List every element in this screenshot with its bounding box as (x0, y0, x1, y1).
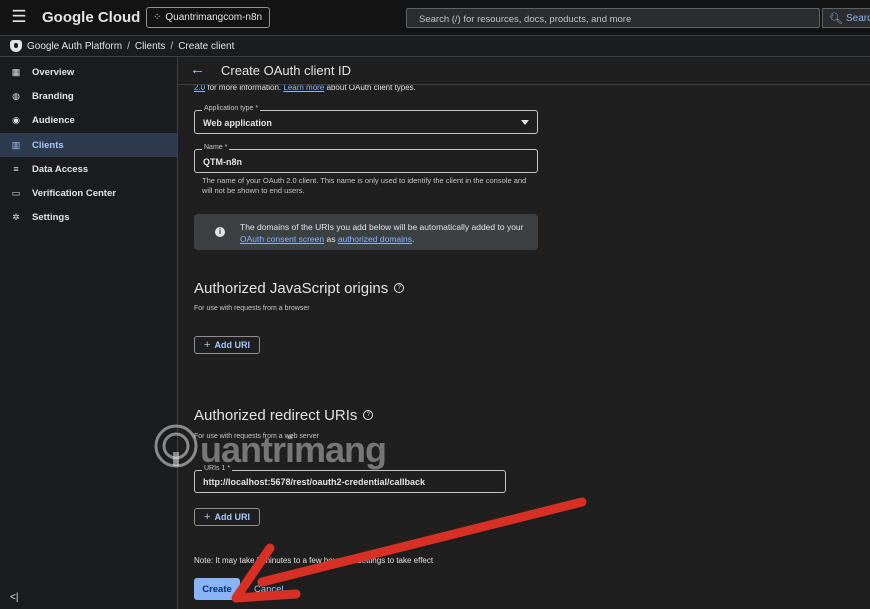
overview-icon: ▦ (11, 66, 21, 77)
search-box[interactable] (406, 8, 820, 29)
authorized-domains-link[interactable]: authorized domains (338, 234, 412, 244)
sidebar-item-label: Overview (32, 66, 75, 78)
verification-icon: ▭ (11, 187, 21, 198)
redirect-uris-title: Authorized redirect URIs? (194, 407, 374, 424)
sidebar-item-label: Settings (32, 211, 70, 223)
field-label: Name * (202, 144, 230, 151)
key-icon: ▥ (11, 139, 21, 150)
collapse-sidebar-icon[interactable]: <| (10, 592, 18, 603)
help-icon[interactable]: ? (394, 283, 405, 294)
info-part: The domains of the URIs you add below wi… (240, 222, 524, 232)
field-value: Web application (203, 118, 272, 128)
button-label: Add URI (214, 340, 250, 350)
js-origins-subtitle: For use with requests from a browser (194, 305, 310, 312)
project-icon: ⁘ (153, 12, 161, 23)
breadcrumb-auth-platform[interactable]: Google Auth Platform (27, 41, 122, 52)
data-access-icon: ≡ (13, 164, 19, 174)
shield-icon (10, 40, 22, 52)
palette-icon: ◍ (12, 90, 20, 101)
project-picker[interactable]: ⁘ Quantrimangcom-n8n (146, 7, 270, 28)
plus-icon: + (204, 339, 211, 351)
field-value: http://localhost:5678/rest/oauth2-creden… (203, 477, 426, 487)
cancel-button[interactable]: Cancel (254, 584, 284, 595)
section-title-text: Authorized JavaScript origins (194, 280, 389, 297)
field-value: QTM-n8n (203, 157, 242, 167)
name-helper-text: The name of your OAuth 2.0 client. This … (202, 176, 527, 195)
sidebar-item-verification-center[interactable]: ▭ Verification Center (0, 181, 177, 205)
info-part: as (324, 234, 338, 244)
sidebar-item-label: Branding (32, 90, 74, 102)
search-button[interactable]: 🔍︎ Search (822, 8, 870, 28)
sidebar-item-clients[interactable]: ▥ Clients (0, 133, 177, 157)
search-icon: 🔍︎ (829, 12, 843, 25)
application-type-select[interactable]: Application type * Web application (194, 105, 538, 134)
name-field[interactable]: Name * QTM-n8n (194, 144, 538, 173)
search-button-label: Search (845, 12, 870, 24)
breadcrumb: Google Auth Platform / Clients / Create … (0, 36, 870, 57)
sidebar-item-label: Data Access (32, 163, 89, 175)
sidebar-item-label: Clients (32, 139, 64, 151)
oauth-consent-link[interactable]: OAuth consent screen (240, 234, 324, 244)
brand-text: Google Cloud (42, 9, 141, 26)
redirect-uri-input[interactable]: URIs 1 * http://localhost:5678/rest/oaut… (194, 465, 506, 493)
top-bar: ☰ Google Cloud ⁘ Quantrimangcom-n8n 🔍︎ S… (0, 0, 870, 36)
cloud-console-window: ☰ Google Cloud ⁘ Quantrimangcom-n8n 🔍︎ S… (0, 0, 870, 609)
section-title-text: Authorized redirect URIs (194, 407, 358, 424)
sidebar-item-label: Verification Center (32, 187, 116, 199)
sidebar-item-audience[interactable]: ◉ Audience (0, 108, 177, 132)
main-content: 2.0 for more information. Learn more abo… (178, 57, 870, 609)
add-js-origin-button[interactable]: + Add URI (194, 336, 260, 354)
breadcrumb-create-client: Create client (178, 40, 235, 52)
field-label: URIs 1 * (202, 465, 233, 472)
info-text: The domains of the URIs you add below wi… (240, 221, 532, 245)
add-redirect-uri-button[interactable]: + Add URI (194, 508, 260, 526)
field-label: Application type * (202, 105, 261, 112)
person-icon: ◉ (12, 114, 20, 125)
breadcrumb-clients[interactable]: Clients (135, 41, 166, 52)
breadcrumb-separator: / (127, 40, 130, 52)
button-label: Add URI (214, 512, 250, 522)
brand-logo[interactable]: Google Cloud (42, 9, 140, 26)
sidebar-item-data-access[interactable]: ≡ Data Access (0, 157, 177, 181)
js-origins-title: Authorized JavaScript origins? (194, 280, 405, 297)
sidebar-item-overview[interactable]: ▦ Overview (0, 60, 177, 84)
redirect-uris-subtitle: For use with requests from a web server (194, 433, 319, 440)
plus-icon: + (204, 511, 211, 523)
info-icon: i (215, 227, 225, 237)
create-button[interactable]: Create (194, 578, 240, 600)
page-title: Create OAuth client ID (221, 63, 352, 78)
search-input[interactable] (407, 10, 819, 29)
sidebar: ▦ Overview ◍ Branding ◉ Audience ▥ Clien… (0, 57, 178, 609)
sidebar-item-branding[interactable]: ◍ Branding (0, 84, 177, 108)
info-part: . (412, 234, 415, 244)
back-arrow-icon[interactable]: ← (190, 61, 205, 78)
gear-icon: ✲ (12, 211, 20, 222)
propagation-note: Note: It may take 5 minutes to a few hou… (194, 556, 434, 565)
project-name: Quantrimangcom-n8n (165, 12, 263, 23)
menu-icon[interactable]: ☰ (10, 8, 28, 26)
page-header: ← Create OAuth client ID (178, 57, 870, 85)
sidebar-item-settings[interactable]: ✲ Settings (0, 205, 177, 229)
info-banner: i The domains of the URIs you add below … (194, 214, 538, 250)
dropdown-arrow-icon (521, 120, 529, 125)
help-icon[interactable]: ? (363, 410, 374, 421)
breadcrumb-separator: / (170, 40, 174, 52)
sidebar-item-label: Audience (32, 114, 75, 126)
